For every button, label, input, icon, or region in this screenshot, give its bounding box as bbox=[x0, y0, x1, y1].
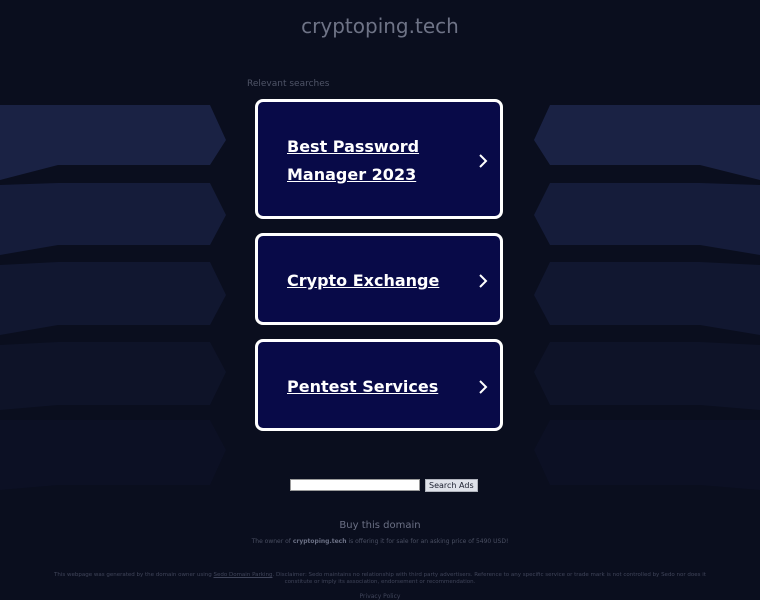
owner-prefix: The owner of bbox=[251, 538, 291, 545]
chevron-right-icon bbox=[479, 274, 488, 288]
disclaimer-prefix: This webpage was generated by the domain… bbox=[54, 572, 212, 578]
owner-sale-notice: The owner of cryptoping.tech is offering… bbox=[0, 538, 760, 545]
card-label[interactable]: Pentest Services bbox=[287, 373, 467, 401]
card-label[interactable]: Best Password Manager 2023 bbox=[287, 133, 467, 189]
search-card-best-password-manager[interactable]: Best Password Manager 2023 bbox=[255, 99, 503, 219]
chevron-right-icon bbox=[479, 380, 488, 394]
site-title: cryptoping.tech bbox=[301, 14, 459, 38]
buy-domain-link[interactable]: Buy this domain bbox=[0, 520, 760, 531]
card-label[interactable]: Crypto Exchange bbox=[287, 267, 467, 295]
search-ads-button[interactable]: Search Ads bbox=[425, 479, 478, 492]
search-card-crypto-exchange[interactable]: Crypto Exchange bbox=[255, 233, 503, 325]
chevron-right-icon bbox=[479, 154, 488, 168]
privacy-policy-link[interactable]: Privacy Policy bbox=[0, 593, 760, 600]
owner-suffix: is offering it for sale for an asking pr… bbox=[348, 538, 509, 545]
disclaimer: This webpage was generated by the domain… bbox=[40, 572, 720, 586]
search-input[interactable] bbox=[290, 479, 420, 491]
relevant-searches-label: Relevant searches bbox=[247, 79, 330, 89]
owner-domain: cryptoping.tech bbox=[292, 538, 347, 545]
disclaimer-suffix: . Disclaimer: Sedo maintains no relation… bbox=[272, 572, 706, 585]
sedo-parking-link[interactable]: Sedo Domain Parking bbox=[214, 572, 273, 578]
search-card-pentest-services[interactable]: Pentest Services bbox=[255, 339, 503, 431]
